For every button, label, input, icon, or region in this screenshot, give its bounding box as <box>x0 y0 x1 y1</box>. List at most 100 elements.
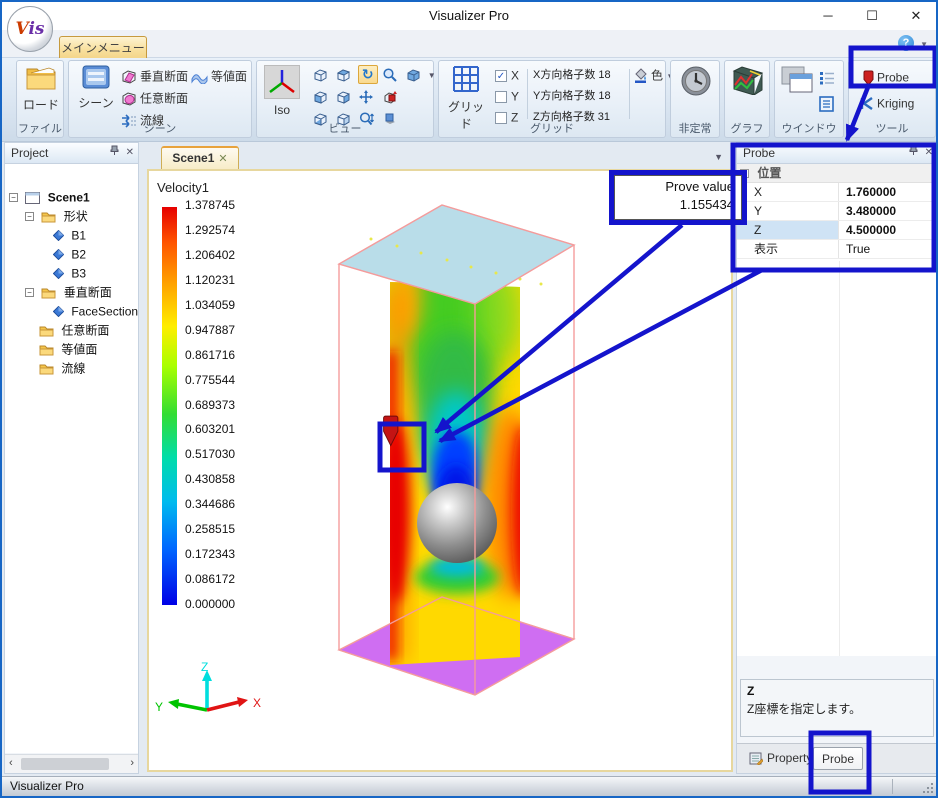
property-group-position[interactable]: − 位置 <box>737 164 937 183</box>
folder-icon <box>39 344 54 356</box>
zoom-select-button[interactable] <box>381 65 401 84</box>
view-cube-icon[interactable] <box>311 65 331 84</box>
grid-x-checkbox[interactable]: ✓X <box>495 65 519 86</box>
group-label-tools: ツール <box>849 120 935 136</box>
view-cube-icon[interactable] <box>311 87 331 106</box>
probe-pin-icon <box>863 70 874 86</box>
tree-item-b2[interactable]: B2 <box>5 245 138 264</box>
minimize-button[interactable]: ─ <box>806 2 850 30</box>
tab-main-menu[interactable]: メインメニュー <box>59 36 147 59</box>
block-icon <box>53 230 64 241</box>
tree-item-arbitrary-section[interactable]: 任意断面 <box>5 321 138 340</box>
top-face <box>339 205 574 304</box>
view-cube-icon[interactable] <box>334 87 354 106</box>
graph-button[interactable] <box>725 65 771 98</box>
scroll-left-icon[interactable]: ‹ <box>9 757 13 769</box>
ribbon-group-transient: 非定常 <box>670 60 720 138</box>
window-list-button[interactable] <box>819 67 838 88</box>
close-panel-icon[interactable]: ✕ <box>925 147 933 158</box>
scene-viewport[interactable]: Z Y X z Velocity1 1.378745 1.292574 1.20… <box>147 169 733 772</box>
pan-view-button[interactable] <box>358 87 378 106</box>
probe-value-title: Prove value <box>614 178 734 196</box>
probe-value-callout: Prove value 1.155434 <box>609 170 747 225</box>
group-label-view: ビュー <box>257 120 433 136</box>
collapse-icon[interactable]: − <box>25 212 34 221</box>
window-doc-button[interactable] <box>819 93 837 114</box>
axis-y-label: Y <box>155 700 163 714</box>
grid-y-checkbox[interactable]: Y <box>495 86 519 107</box>
group-label-windows: ウインドウ <box>775 120 843 136</box>
axis-x-label: X <box>253 696 261 710</box>
view-cube-menu-button[interactable] <box>404 65 424 84</box>
arbitrary-section-icon <box>121 91 137 107</box>
tab-property[interactable]: Property <box>741 747 820 770</box>
grid-color-button[interactable]: 色 ▼ <box>633 65 674 86</box>
help-dropdown-icon[interactable]: ▼ <box>920 40 928 49</box>
property-row-x[interactable]: X 1.760000 <box>737 183 937 202</box>
iso-view-button[interactable]: Iso <box>261 65 303 117</box>
scene-button[interactable]: シーン <box>73 65 119 111</box>
property-row-display[interactable]: 表示 True <box>737 240 937 259</box>
horizontal-scrollbar[interactable]: ‹ › <box>5 754 138 773</box>
tab-list-dropdown-icon[interactable]: ▼ <box>714 152 723 162</box>
tree-item-b1[interactable]: B1 <box>5 226 138 245</box>
tree-item-b3[interactable]: B3 <box>5 264 138 283</box>
tree-item-isosurface[interactable]: 等値面 <box>5 340 138 359</box>
tab-close-icon[interactable]: ✕ <box>218 153 227 165</box>
rotate-object-button[interactable] <box>381 87 401 106</box>
tab-scene1[interactable]: Scene1✕ <box>161 146 239 169</box>
app-logo[interactable]: Vis <box>7 6 53 52</box>
tree-item-face-section[interactable]: FaceSection <box>5 302 138 321</box>
collapse-icon[interactable]: − <box>25 288 34 297</box>
help-icon[interactable]: ? <box>898 35 914 51</box>
isosurface-button[interactable]: 等値面 <box>191 66 247 87</box>
checkbox-icon <box>495 91 507 103</box>
kriging-button[interactable]: Kriging <box>859 93 914 114</box>
grid-y-count: Y方向格子数 18 <box>533 86 611 107</box>
status-text: Visualizer Pro <box>10 779 84 793</box>
probe-property-grid: − 位置 X 1.760000 Y 3.480000 Z 4.500000 表示… <box>737 164 937 261</box>
group-label-scene: シーン <box>69 120 251 136</box>
rotate-view-button[interactable]: ↻ <box>358 65 378 84</box>
scrollbar-thumb[interactable] <box>21 758 109 770</box>
folder-icon <box>25 65 57 91</box>
tab-probe[interactable]: Probe <box>813 747 863 770</box>
load-button[interactable]: ロード <box>18 65 64 113</box>
vertical-section-button[interactable]: 垂直断面 <box>121 66 188 87</box>
ribbon-group-scene: シーン 垂直断面 等値面 任意断面 <box>68 60 252 138</box>
tree-item-streamline[interactable]: 流線 <box>5 359 138 378</box>
probe-value-number: 1.155434 <box>614 196 734 214</box>
document-icon <box>819 96 834 112</box>
transient-button[interactable] <box>673 65 719 100</box>
grid-x-count: X方向格子数 18 <box>533 65 611 86</box>
probe-button[interactable]: Probe <box>863 67 909 88</box>
resize-grip[interactable] <box>921 781 933 793</box>
checkbox-checked-icon: ✓ <box>495 70 507 82</box>
tree-item-vertical-section[interactable]: − 垂直断面 <box>5 283 138 302</box>
project-tree: − Scene1 − 形状 B1 B2 B3 − <box>5 164 138 753</box>
view-dropdown-icon[interactable]: ▼ <box>428 71 436 80</box>
pin-icon[interactable] <box>909 147 918 158</box>
folder-icon <box>39 363 54 375</box>
tree-item-scene1[interactable]: − Scene1 <box>5 188 138 207</box>
close-button[interactable]: ✕ <box>894 2 938 30</box>
property-row-y[interactable]: Y 3.480000 <box>737 202 937 221</box>
legend-colorbar <box>162 207 177 605</box>
scroll-right-icon[interactable]: › <box>130 757 134 769</box>
panel-splitter[interactable] <box>139 142 147 774</box>
pin-icon[interactable] <box>110 147 119 158</box>
property-description-title: Z <box>747 684 927 698</box>
graph-icon <box>732 65 764 95</box>
close-panel-icon[interactable]: ✕ <box>126 147 134 158</box>
ribbon-group-tools: Probe Kriging ツール <box>848 60 936 138</box>
collapse-icon[interactable]: − <box>9 193 18 202</box>
maximize-button[interactable]: ☐ <box>850 2 894 30</box>
arbitrary-section-button[interactable]: 任意断面 <box>121 88 188 109</box>
tree-item-shape[interactable]: − 形状 <box>5 207 138 226</box>
block-icon <box>53 306 64 317</box>
ribbon-group-view: Iso ↻ ▼ ビュー <box>256 60 434 138</box>
property-row-z[interactable]: Z 4.500000 <box>737 221 937 240</box>
ribbon-group-grid: グリッド ✓X Y Z X方向格子数 18 Y方向格子数 18 Z方向格子数 3… <box>438 60 666 138</box>
window-layout-button[interactable] <box>779 65 815 98</box>
view-cube-icon[interactable] <box>334 65 354 84</box>
